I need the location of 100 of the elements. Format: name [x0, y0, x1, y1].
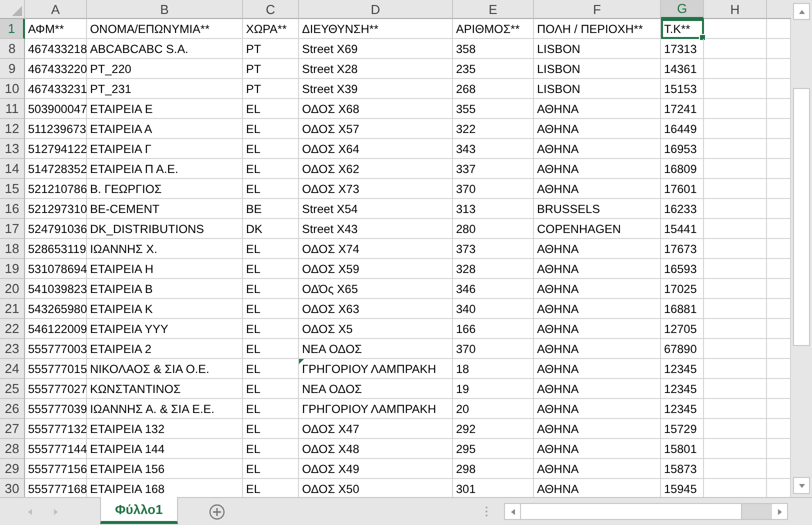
row-header[interactable]: 12	[0, 119, 25, 139]
empty-cell	[704, 279, 767, 299]
row-header[interactable]: 24	[0, 359, 25, 379]
table-cell: LISBON	[534, 59, 661, 79]
row-header[interactable]: 20	[0, 279, 25, 299]
table-cell: ΚΩΝΣΤΑΝΤΙΝΟΣ	[87, 379, 243, 399]
table-cell: ΑΘΗΝΑ	[534, 159, 661, 179]
row-header[interactable]: 18	[0, 239, 25, 259]
table-cell: Β. ΓΕΩΡΓΙΟΣ	[87, 179, 243, 199]
row-header[interactable]: 26	[0, 399, 25, 419]
empty-cell	[704, 99, 767, 119]
table-cell: ΟΔΌς Χ65	[299, 279, 453, 299]
table-cell: Street X43	[299, 219, 453, 239]
empty-cell	[704, 159, 767, 179]
row-header[interactable]: 30	[0, 479, 25, 497]
row-header[interactable]: 27	[0, 419, 25, 439]
row-header[interactable]: 29	[0, 459, 25, 479]
empty-cell	[704, 239, 767, 259]
table-cell: ΟΔΟΣ Χ68	[299, 99, 453, 119]
row-header[interactable]: 11	[0, 99, 25, 119]
row-header[interactable]: 14	[0, 159, 25, 179]
table-cell: 292	[453, 419, 534, 439]
row-header[interactable]: 17	[0, 219, 25, 239]
table-cell: EL	[243, 399, 299, 419]
table-cell: ΟΔΟΣ Χ47	[299, 419, 453, 439]
table-cell: ΟΔΟΣ Χ63	[299, 299, 453, 319]
table-cell: 370	[453, 179, 534, 199]
empty-cell	[704, 199, 767, 219]
table-cell: LISBON	[534, 79, 661, 99]
empty-cell	[704, 319, 767, 339]
table-cell: Τ.Κ**	[661, 19, 704, 39]
row-header[interactable]: 10	[0, 79, 25, 99]
row-header[interactable]: 21	[0, 299, 25, 319]
table-cell: ΕΤΑΙΡΕΙΑ 2	[87, 339, 243, 359]
row-header[interactable]: 19	[0, 259, 25, 279]
row-header[interactable]: 25	[0, 379, 25, 399]
column-header[interactable]: B	[87, 0, 243, 19]
horizontal-scrollbar[interactable]	[504, 503, 788, 520]
fill-handle[interactable]	[699, 34, 706, 41]
table-cell: 546122009	[25, 319, 87, 339]
table-cell: 555777027	[25, 379, 87, 399]
column-header[interactable]: F	[534, 0, 661, 19]
add-sheet-button[interactable]	[208, 502, 226, 520]
previous-sheet-icon[interactable]	[26, 508, 34, 516]
column-header[interactable]: D	[299, 0, 453, 19]
table-cell: 370	[453, 339, 534, 359]
row-header[interactable]: 13	[0, 139, 25, 159]
table-cell: 467433220	[25, 59, 87, 79]
row-header[interactable]: 16	[0, 199, 25, 219]
table-cell: 17313	[661, 39, 704, 59]
scroll-up-icon[interactable]	[798, 8, 806, 16]
splitter-icon[interactable]	[485, 506, 488, 517]
table-cell: BE-CEMENT	[87, 199, 243, 219]
scroll-right-icon[interactable]	[776, 508, 784, 516]
table-cell: ΓΡΗΓΟΡΙΟΥ ΛΑΜΠΡΑΚΗ	[299, 359, 453, 379]
table-cell: 528653119	[25, 239, 87, 259]
table-cell: 298	[453, 459, 534, 479]
table-cell: ΑΘΗΝΑ	[534, 319, 661, 339]
table-cell: ΕΤΑΙΡΕΙΑ 144	[87, 439, 243, 459]
column-header[interactable]: G	[661, 0, 704, 19]
column-header[interactable]: A	[25, 0, 87, 19]
table-cell: ΝΕΑ ΟΔΟΣ	[299, 379, 453, 399]
table-cell: ΟΔΟΣ Χ5	[299, 319, 453, 339]
empty-cell	[704, 259, 767, 279]
empty-cell	[704, 179, 767, 199]
scroll-thumb[interactable]	[520, 504, 742, 519]
table-cell: ΟΔΟΣ Χ59	[299, 259, 453, 279]
row-header[interactable]: 23	[0, 339, 25, 359]
row-header[interactable]: 9	[0, 59, 25, 79]
table-cell: DK_DISTRIBUTIONS	[87, 219, 243, 239]
table-cell: 514728352	[25, 159, 87, 179]
select-all-button[interactable]	[0, 0, 25, 19]
table-cell: 15153	[661, 79, 704, 99]
table-cell: 555777156	[25, 459, 87, 479]
row-header[interactable]: 8	[0, 39, 25, 59]
table-cell: 12345	[661, 399, 704, 419]
row-header[interactable]: 1	[0, 19, 25, 39]
table-cell: ΟΔΟΣ Χ64	[299, 139, 453, 159]
vertical-scrollbar[interactable]	[791, 0, 812, 497]
row-header[interactable]: 15	[0, 179, 25, 199]
scroll-thumb[interactable]	[793, 88, 810, 346]
sheet-tab[interactable]: Φύλλο1	[100, 497, 178, 524]
table-cell: EL	[243, 459, 299, 479]
table-cell: EL	[243, 139, 299, 159]
scroll-down-icon[interactable]	[798, 482, 806, 490]
table-cell: 17025	[661, 279, 704, 299]
column-header[interactable]: C	[243, 0, 299, 19]
column-header[interactable]: H	[704, 0, 767, 19]
next-sheet-icon[interactable]	[52, 508, 60, 516]
table-cell: ΝΙΚΟΛΑΟΣ & ΣΙΑ Ο.Ε.	[87, 359, 243, 379]
table-cell: 16593	[661, 259, 704, 279]
table-cell: 15801	[661, 439, 704, 459]
table-cell: EL	[243, 279, 299, 299]
table-cell: 531078694	[25, 259, 87, 279]
row-header[interactable]: 22	[0, 319, 25, 339]
scroll-left-icon[interactable]	[508, 508, 516, 516]
table-cell: PT	[243, 39, 299, 59]
table-cell: EL	[243, 239, 299, 259]
column-header[interactable]: E	[453, 0, 534, 19]
row-header[interactable]: 28	[0, 439, 25, 459]
